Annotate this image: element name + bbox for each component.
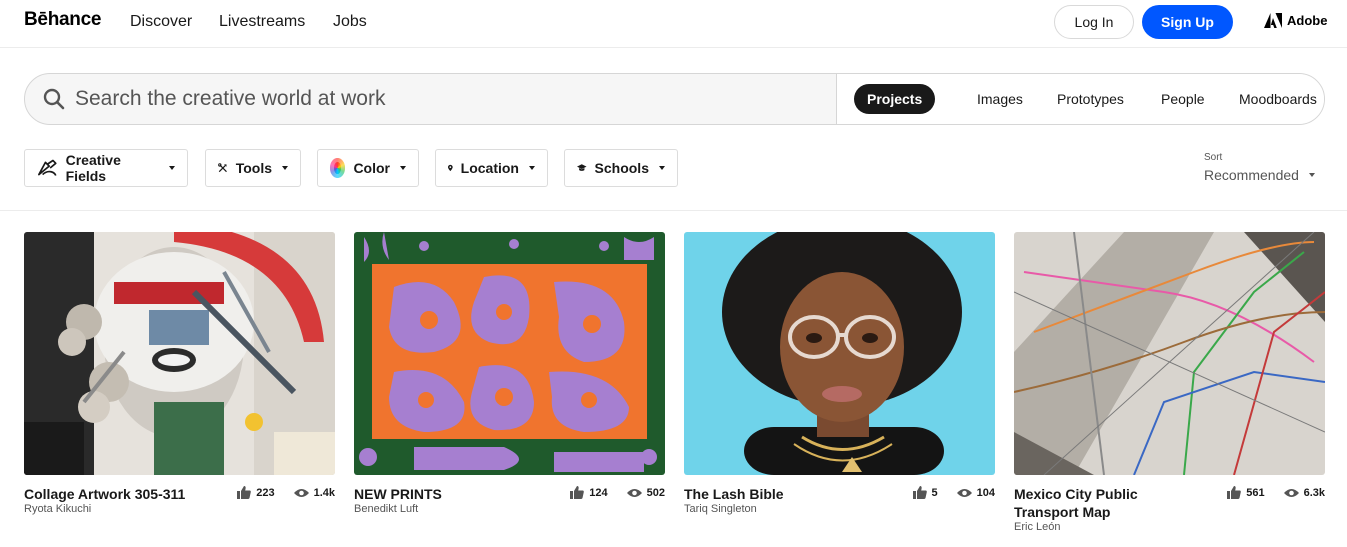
eye-icon <box>293 488 309 497</box>
project-card: The Lash Bible Tariq Singleton 5 104 <box>684 232 995 515</box>
views-count: 104 <box>976 486 995 499</box>
views-count: 502 <box>646 486 665 499</box>
search-type-tabs: Projects Images Prototypes People Moodbo… <box>836 74 1324 124</box>
search-field-area <box>25 74 836 124</box>
search-icon <box>43 88 65 110</box>
project-owner[interactable]: Ryota Kikuchi <box>24 503 91 515</box>
location-pin-icon <box>448 164 453 172</box>
filter-creative-fields[interactable]: Creative Fields <box>24 149 188 187</box>
lash-bible-portrait-image <box>684 232 995 475</box>
nav-jobs[interactable]: Jobs <box>333 13 367 31</box>
adobe-link[interactable]: Adobe <box>1264 13 1327 28</box>
sort-value: Recommended <box>1204 167 1299 183</box>
filter-tools[interactable]: Tools <box>205 149 301 187</box>
project-title[interactable]: Mexico City Public Transport Map <box>1014 485 1184 521</box>
views-count: 1.4k <box>313 486 335 499</box>
sort-dropdown[interactable]: Recommended <box>1204 167 1315 183</box>
thumbs-up-icon <box>912 486 927 499</box>
tools-icon <box>218 163 227 173</box>
eye-icon <box>626 488 642 497</box>
project-title[interactable]: Collage Artwork 305-311 <box>24 485 224 503</box>
project-thumbnail[interactable] <box>684 232 995 475</box>
eye-icon <box>1283 488 1299 497</box>
project-card: NEW PRINTS Benedikt Luft 124 502 <box>354 232 665 515</box>
project-title[interactable]: NEW PRINTS <box>354 485 554 503</box>
tab-moodboards[interactable]: Moodboards <box>1226 84 1324 114</box>
tab-images[interactable]: Images <box>964 84 1036 114</box>
chevron-down-icon <box>529 166 535 170</box>
tab-projects[interactable]: Projects <box>854 84 936 114</box>
adobe-logo-icon <box>1264 13 1282 28</box>
adobe-label: Adobe <box>1287 13 1328 28</box>
creative-fields-icon <box>38 159 57 176</box>
chevron-down-icon <box>169 166 175 170</box>
project-thumbnail[interactable] <box>354 232 665 475</box>
likes-count: 124 <box>589 486 608 499</box>
filter-label: Tools <box>235 160 272 176</box>
project-stats: 561 6.3k <box>1227 486 1325 499</box>
section-divider <box>0 210 1347 211</box>
tab-prototypes[interactable]: Prototypes <box>1044 84 1137 114</box>
search-bar: Projects Images Prototypes People Moodbo… <box>24 73 1325 125</box>
project-owner[interactable]: Eric León <box>1014 521 1060 533</box>
views-count: 6.3k <box>1303 486 1325 499</box>
transport-map-image <box>1014 232 1325 475</box>
tab-people[interactable]: People <box>1148 84 1218 114</box>
filter-label: Creative Fields <box>65 152 121 184</box>
filter-schools[interactable]: Schools <box>564 149 678 187</box>
filter-label: Color <box>353 160 390 176</box>
chevron-down-icon <box>659 166 665 170</box>
likes-count: 5 <box>931 486 938 499</box>
collage-artwork-image <box>24 232 335 475</box>
project-stats: 5 104 <box>912 486 995 499</box>
login-button[interactable]: Log In <box>1054 5 1134 39</box>
signup-button[interactable]: Sign Up <box>1142 5 1233 39</box>
project-title[interactable]: The Lash Bible <box>684 485 884 503</box>
filter-label: Schools <box>594 160 649 176</box>
eye-icon <box>956 488 972 497</box>
filter-label: Location <box>460 160 519 176</box>
graduation-cap-icon <box>577 164 587 171</box>
filter-color[interactable]: Color <box>317 149 419 187</box>
project-stats: 223 1.4k <box>237 486 335 499</box>
project-stats: 124 502 <box>570 486 665 499</box>
search-input[interactable] <box>75 83 815 115</box>
chevron-down-icon <box>1308 173 1315 177</box>
filter-location[interactable]: Location <box>435 149 548 187</box>
thumbs-up-icon <box>237 486 252 499</box>
sort-label: Sort <box>1204 152 1223 163</box>
behance-logo[interactable]: Bēhance <box>24 9 101 31</box>
chevron-down-icon <box>282 166 288 170</box>
thumbs-up-icon <box>570 486 585 499</box>
project-card: Mexico City Public Transport Map Eric Le… <box>1014 232 1325 533</box>
thumbs-up-icon <box>1227 486 1242 499</box>
color-wheel-icon <box>330 158 346 178</box>
project-owner[interactable]: Benedikt Luft <box>354 503 418 515</box>
likes-count: 561 <box>1246 486 1265 499</box>
project-thumbnail[interactable] <box>1014 232 1325 475</box>
project-owner[interactable]: Tariq Singleton <box>684 503 757 515</box>
nav-livestreams[interactable]: Livestreams <box>219 13 305 31</box>
nav-discover[interactable]: Discover <box>130 13 192 31</box>
likes-count: 223 <box>256 486 275 499</box>
new-prints-image <box>354 232 665 475</box>
top-nav: Bēhance Discover Livestreams Jobs Log In… <box>0 0 1347 48</box>
project-thumbnail[interactable] <box>24 232 335 475</box>
project-card: Collage Artwork 305-311 Ryota Kikuchi 22… <box>24 232 335 515</box>
chevron-down-icon <box>400 166 406 170</box>
